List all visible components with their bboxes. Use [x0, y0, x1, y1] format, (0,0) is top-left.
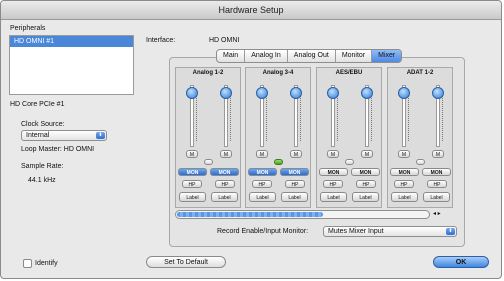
fader-knob-icon[interactable] [290, 87, 302, 99]
tab-mixer[interactable]: Mixer [372, 50, 402, 62]
mute-button-left[interactable]: M [398, 150, 410, 158]
mute-button-left[interactable]: M [327, 150, 339, 158]
fader-left[interactable] [326, 85, 340, 147]
hp-button-right[interactable]: HP [215, 180, 235, 188]
device-label: HD Core PCIe #1 [10, 101, 65, 108]
peripherals-list[interactable]: HD OMNI #1 [9, 35, 134, 95]
mon-button-left[interactable]: MON [248, 168, 277, 176]
mixer-strip-aes-ebu: AES/EBU M M MON MON HP HP Label Label [316, 67, 382, 208]
label-button-right[interactable]: Label [281, 192, 308, 202]
fader-left[interactable] [397, 85, 411, 147]
record-monitor-value: Mutes Mixer Input [328, 228, 384, 235]
mon-button-right[interactable]: MON [210, 168, 239, 176]
label-button-left[interactable]: Label [249, 192, 276, 202]
strip-name: ADAT 1-2 [406, 70, 434, 76]
mute-button-left[interactable]: M [186, 150, 198, 158]
mute-button-left[interactable]: M [256, 150, 268, 158]
mon-button-left[interactable]: MON [390, 168, 419, 176]
mixer-strip-adat-1-2: ADAT 1-2 M M MON MON HP HP Label Label [387, 67, 453, 208]
tab-analog-out[interactable]: Analog Out [288, 50, 336, 62]
label-button-left[interactable]: Label [391, 192, 418, 202]
record-monitor-select[interactable]: Mutes Mixer Input ⬍ [323, 226, 457, 237]
hp-button-left[interactable]: HP [252, 180, 272, 188]
popup-arrows-icon: ⬍ [446, 228, 455, 235]
link-button[interactable] [204, 159, 213, 165]
clock-source-label: Clock Source: [21, 121, 65, 128]
fader-right[interactable] [289, 85, 303, 147]
tab-monitor[interactable]: Monitor [336, 50, 373, 62]
window-title: Hardware Setup [1, 1, 501, 20]
mon-button-right[interactable]: MON [351, 168, 380, 176]
fader-left[interactable] [185, 85, 199, 147]
clock-source-select[interactable]: Internal ⬍ [21, 130, 107, 141]
strip-name: Analog 1-2 [192, 70, 224, 76]
hp-button-left[interactable]: HP [323, 180, 343, 188]
peripherals-label: Peripherals [10, 25, 46, 32]
hardware-setup-window: Hardware Setup Peripherals HD OMNI #1 HD… [0, 0, 502, 279]
mon-button-left[interactable]: MON [319, 168, 348, 176]
interface-label: Interface: [146, 37, 176, 44]
fader-knob-icon[interactable] [327, 87, 339, 99]
identify-checkbox[interactable] [23, 259, 32, 268]
fader-knob-icon[interactable] [220, 87, 232, 99]
clock-source-value: Internal [26, 132, 50, 139]
sample-rate-value: 44.1 kHz [28, 177, 56, 184]
mon-button-left[interactable]: MON [178, 168, 207, 176]
set-to-default-button[interactable]: Set To Default [146, 256, 226, 268]
sample-rate-label: Sample Rate: [21, 163, 64, 170]
mute-button-right[interactable]: M [432, 150, 444, 158]
fader-left[interactable] [255, 85, 269, 147]
label-button-right[interactable]: Label [352, 192, 379, 202]
fader-right[interactable] [360, 85, 374, 147]
link-button[interactable] [416, 159, 425, 165]
interface-value: HD OMNI [209, 37, 240, 44]
link-button-active[interactable] [274, 159, 283, 165]
peripherals-item[interactable]: HD OMNI #1 [10, 36, 133, 47]
fader-knob-icon[interactable] [361, 87, 373, 99]
mixer-scrollbar[interactable] [175, 210, 430, 219]
hp-button-right[interactable]: HP [285, 180, 305, 188]
mute-button-right[interactable]: M [290, 150, 302, 158]
label-button-left[interactable]: Label [320, 192, 347, 202]
record-monitor-label: Record Enable/Input Monitor: [217, 228, 309, 235]
link-button[interactable] [345, 159, 354, 165]
label-button-right[interactable]: Label [211, 192, 238, 202]
fader-knob-icon[interactable] [398, 87, 410, 99]
fader-knob-icon[interactable] [256, 87, 268, 99]
strip-name: AES/EBU [335, 70, 363, 76]
fader-knob-icon[interactable] [432, 87, 444, 99]
fader-knob-icon[interactable] [186, 87, 198, 99]
scrollbar-thumb[interactable] [177, 212, 323, 217]
identify-label: Identify [35, 260, 58, 267]
hp-button-right[interactable]: HP [427, 180, 447, 188]
label-button-right[interactable]: Label [423, 192, 450, 202]
mon-button-right[interactable]: MON [280, 168, 309, 176]
mute-button-right[interactable]: M [220, 150, 232, 158]
fader-right[interactable] [219, 85, 233, 147]
popup-arrows-icon: ⬍ [96, 132, 105, 139]
scroll-arrows-icon[interactable]: ◂ ▸ [433, 210, 441, 217]
tab-analog-in[interactable]: Analog In [245, 50, 288, 62]
hp-button-right[interactable]: HP [356, 180, 376, 188]
tab-bar: Main Analog In Analog Out Monitor Mixer [216, 49, 403, 63]
label-button-left[interactable]: Label [179, 192, 206, 202]
hp-button-left[interactable]: HP [394, 180, 414, 188]
ok-button[interactable]: OK [433, 256, 489, 268]
hp-button-left[interactable]: HP [182, 180, 202, 188]
mixer-strip-analog-1-2: Analog 1-2 M M MON MON HP HP Label Label [175, 67, 241, 208]
fader-right[interactable] [431, 85, 445, 147]
mon-button-right[interactable]: MON [422, 168, 451, 176]
tab-main[interactable]: Main [217, 50, 246, 62]
strip-name: Analog 3-4 [262, 70, 294, 76]
loop-master-text: Loop Master: HD OMNI [21, 146, 95, 153]
mixer-strip-analog-3-4: Analog 3-4 M M MON MON HP HP Label Label [245, 67, 311, 208]
mute-button-right[interactable]: M [361, 150, 373, 158]
